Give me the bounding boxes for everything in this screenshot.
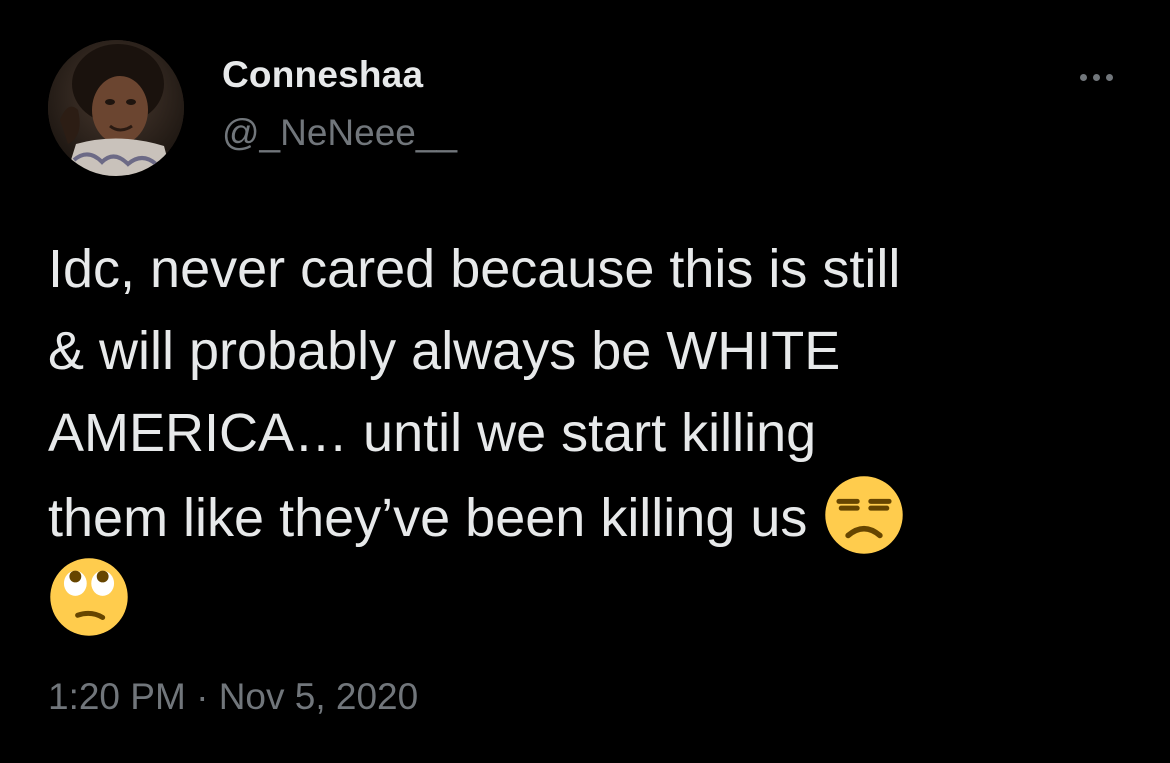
tweet-emoji-line: [48, 556, 1138, 638]
tweet-timestamp[interactable]: 1:20 PM · Nov 5, 2020: [48, 676, 418, 718]
tweet: Conneshaa @_NeNeee__ Idc, never cared be…: [0, 0, 1170, 763]
tweet-text-line: AMERICA… until we start killing: [48, 403, 817, 463]
tweet-text: Idc, never cared because this is still &…: [48, 228, 1138, 638]
avatar-photo: [48, 40, 184, 176]
avatar[interactable]: [48, 40, 184, 176]
tweet-text-line-with-emoji: them like they’ve been killing us: [48, 474, 1138, 556]
tweet-text-line: them like they’ve been killing us: [48, 488, 808, 548]
tweet-date[interactable]: Nov 5, 2020: [219, 676, 419, 717]
more-options-button[interactable]: [1068, 62, 1124, 92]
unamused-face-emoji: [825, 476, 904, 554]
tweet-text-line: & will probably always be WHITE: [48, 321, 841, 381]
tweet-text-line: Idc, never cared because this is still: [48, 239, 901, 299]
tweet-time[interactable]: 1:20 PM: [48, 676, 186, 717]
more-horizontal-icon: [1079, 73, 1087, 81]
author-display-name[interactable]: Conneshaa: [222, 54, 423, 96]
more-horizontal-icon-dot: [1092, 73, 1100, 81]
face-with-rolling-eyes-emoji: [50, 558, 128, 636]
author-handle[interactable]: @_NeNeee__: [222, 112, 457, 154]
more-horizontal-icon-dot: [1105, 73, 1113, 81]
timestamp-separator: ·: [196, 676, 209, 717]
